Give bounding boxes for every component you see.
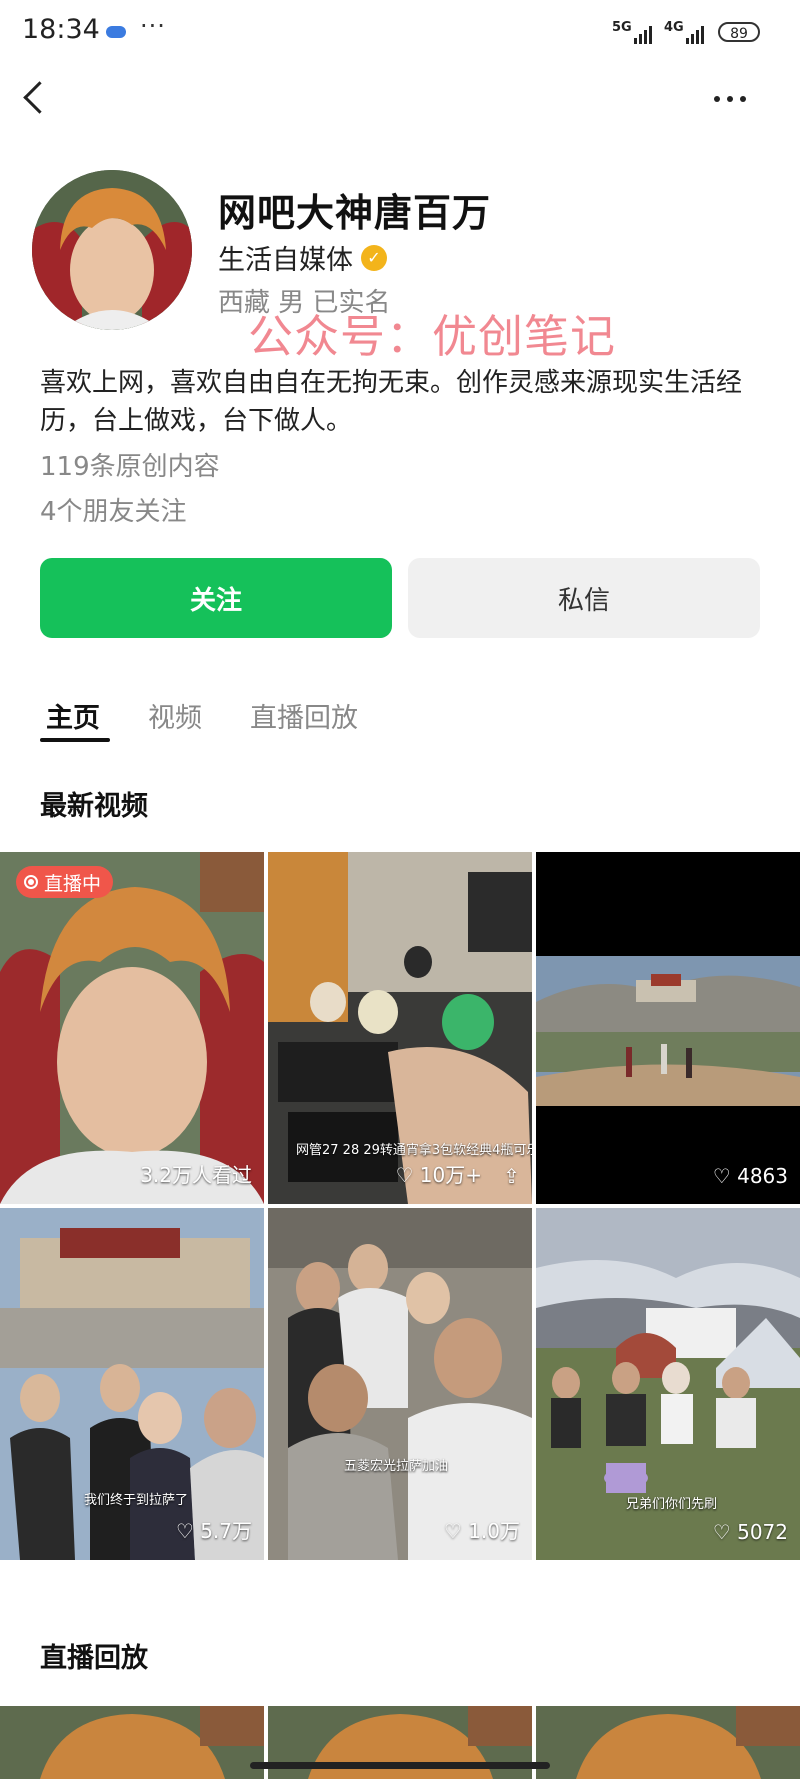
more-dots-icon[interactable]: [714, 96, 746, 102]
video-stat: ♡ 4863: [713, 1164, 788, 1188]
video-card[interactable]: 直播中 3.2万人看过: [0, 852, 264, 1204]
like-count: 10万+: [419, 1163, 482, 1187]
heart-icon: ♡: [175, 1519, 194, 1543]
heart-icon: ♡: [712, 1520, 731, 1544]
like-count: 5.7万: [200, 1519, 252, 1543]
profile-role: 生活自媒体 ✓: [218, 238, 387, 277]
video-stat: ♡ 5.7万: [176, 1515, 252, 1544]
signal-5g-icon: [634, 22, 652, 44]
profile-name: 网吧大神唐百万: [218, 191, 492, 235]
video-card[interactable]: 网管27 28 29转通宵拿3包软经典4瓶可乐 ♡ 10万+ ⇪: [268, 852, 532, 1204]
tab-live-replay[interactable]: 直播回放: [250, 696, 358, 735]
friends-follow[interactable]: 4个朋友关注: [40, 491, 187, 528]
video-card[interactable]: 我们终于到拉萨了 ♡ 5.7万: [0, 1208, 264, 1560]
follow-button[interactable]: 关注: [40, 558, 392, 638]
signal-4g-icon: [686, 22, 704, 44]
like-count: 1.0万: [468, 1519, 520, 1543]
battery-icon: 89: [718, 22, 760, 42]
chevron-left-icon[interactable]: [23, 81, 56, 114]
signal-4g-label: 4G: [664, 20, 684, 35]
video-card[interactable]: ♡ 4863: [536, 852, 800, 1204]
app-notification-icon: [106, 26, 126, 38]
home-indicator[interactable]: [250, 1762, 550, 1769]
signal-5g-label: 5G: [612, 20, 632, 35]
verified-icon: ✓: [361, 244, 387, 271]
video-stat: ♡ 10万+: [395, 1159, 482, 1188]
video-caption: 网管27 28 29转通宵拿3包软经典4瓶可乐: [296, 1143, 532, 1158]
heart-icon: ♡: [395, 1163, 414, 1187]
heart-icon: ♡: [712, 1164, 731, 1188]
heart-icon: ♡: [443, 1519, 462, 1543]
video-stat: ♡ 5072: [713, 1520, 788, 1544]
live-badge-label: 直播中: [44, 872, 102, 895]
video-caption: 五菱宏光拉萨加油: [344, 1459, 449, 1474]
tab-videos[interactable]: 视频: [148, 696, 202, 735]
tab-underline: [40, 738, 110, 742]
like-count: 4863: [737, 1164, 788, 1188]
video-caption: 我们终于到拉萨了: [84, 1493, 189, 1508]
live-icon: [24, 875, 38, 889]
watermark-text: 公众号：优创笔记: [248, 310, 617, 363]
video-caption: 兄弟们你们先刷: [626, 1497, 718, 1512]
tab-home[interactable]: 主页: [46, 696, 100, 735]
section-latest-videos: 最新视频: [40, 791, 148, 822]
status-more-icon: ···: [140, 12, 166, 40]
like-count: 5072: [737, 1520, 788, 1544]
video-card[interactable]: 兄弟们你们先刷 ♡ 5072: [536, 1208, 800, 1560]
pin-top-icon: ⇪: [503, 1164, 520, 1188]
status-time: 18:34: [22, 14, 100, 45]
message-button[interactable]: 私信: [408, 558, 760, 638]
video-stat: ♡ 1.0万: [444, 1515, 520, 1544]
replay-card[interactable]: [0, 1706, 264, 1779]
replay-card[interactable]: [536, 1706, 800, 1779]
section-live-replay: 直播回放: [40, 1643, 148, 1674]
live-badge: 直播中: [16, 866, 114, 898]
video-stat: 3.2万人看过: [140, 1163, 252, 1187]
avatar[interactable]: [32, 170, 192, 330]
role-label: 生活自媒体: [218, 245, 353, 276]
video-card[interactable]: 五菱宏光拉萨加油 ♡ 1.0万: [268, 1208, 532, 1560]
original-count[interactable]: 119条原创内容: [40, 446, 220, 483]
profile-bio: 喜欢上网，喜欢自由自在无拘无束。创作灵感来源现实生活经历，台上做戏，台下做人。: [40, 368, 743, 436]
